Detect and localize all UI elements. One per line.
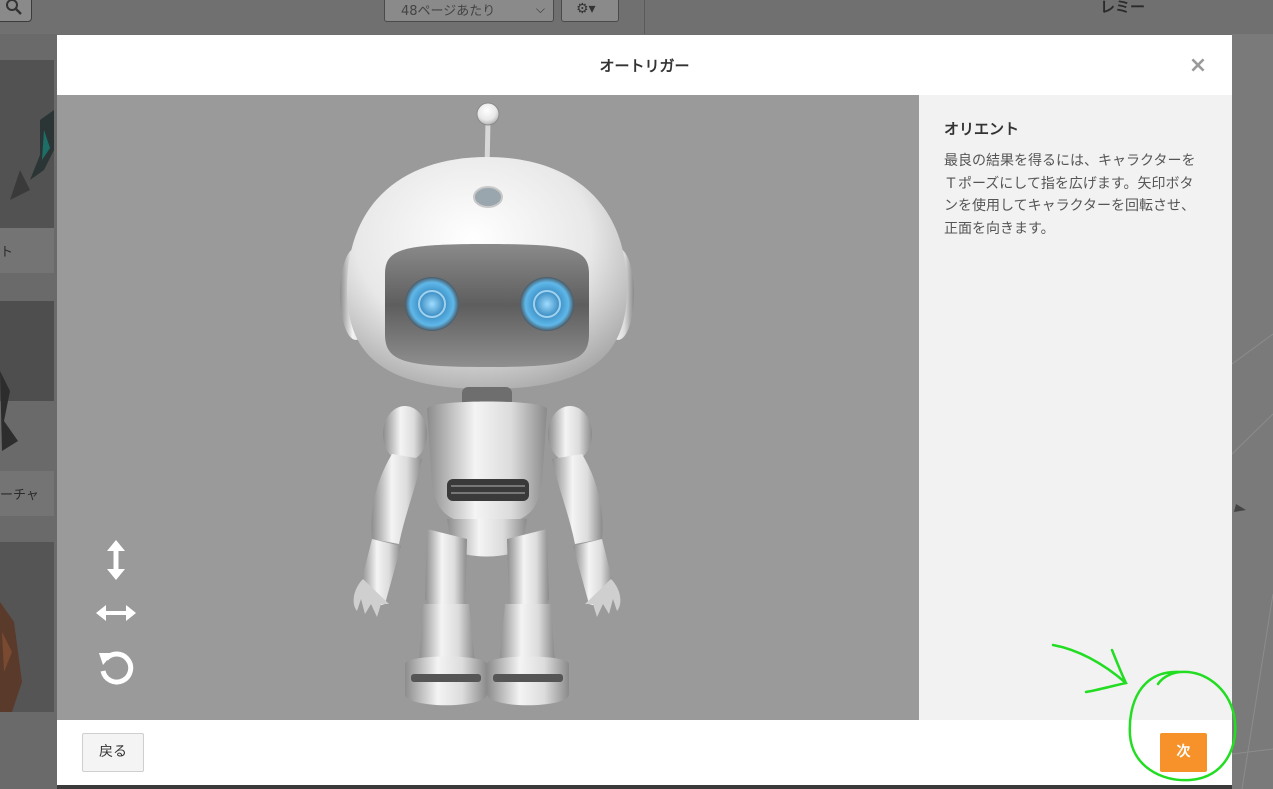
vertical-arrows-button[interactable] [94,538,138,582]
toolbar-divider [644,0,645,34]
character-card[interactable]: ーチャ [0,301,54,516]
character-card-label: ト [0,228,54,273]
step-title: オリエント [944,120,1020,138]
per-page-value: 48ページあたり [401,4,496,19]
background-toolbar: 48ページあたり ⌵ ⚙▾ レミー [0,0,1273,34]
background-character-list: ト ーチャ [0,34,57,789]
preview-title: レミー [1100,0,1146,16]
step-description: 最良の結果を得るには、キャラクターをＴポーズにして指を広げます。矢印ボタンを使用… [944,153,1196,237]
vertical-arrows-icon [107,540,125,580]
modal-footer: 戻る 次 [57,720,1232,785]
next-button[interactable]: 次 [1160,733,1207,772]
modal-header: オートリガー × [57,35,1232,95]
rotate-icon [99,651,134,685]
modal-title: オートリガー [599,57,690,75]
character-thumbnail [0,542,54,712]
horizontal-arrows-button[interactable] [94,591,138,635]
gear-icon: ⚙▾ [576,1,596,17]
back-button[interactable]: 戻る [82,733,144,772]
instructions-panel: オリエント 最良の結果を得るには、キャラクターをＴポーズにして指を広げます。矢印… [919,95,1232,720]
background-preview-area [1231,34,1273,789]
chevron-down-icon: ⌵ [535,2,545,16]
background-bottom-strip [57,785,1232,789]
close-icon: × [1188,53,1208,78]
character-card[interactable]: ト [0,60,54,273]
horizontal-arrows-icon [96,605,136,621]
settings-dropdown-button[interactable]: ⚙▾ [561,0,619,22]
search-button[interactable] [0,0,32,22]
rotate-button[interactable] [94,645,138,689]
character-card-label: ーチャ [0,471,54,516]
character-thumbnail [0,60,54,228]
character-card[interactable] [0,542,54,712]
per-page-select[interactable]: 48ページあたり ⌵ [384,0,554,22]
model-viewport[interactable] [57,95,919,720]
close-button[interactable]: × [1187,55,1209,77]
robot-character-model [340,102,634,706]
auto-rigger-modal: オートリガー × オリエント 最良の結果を得るには、キャラクターをＴポーズにして… [57,35,1232,785]
search-icon [6,0,22,15]
character-thumbnail [0,301,54,471]
